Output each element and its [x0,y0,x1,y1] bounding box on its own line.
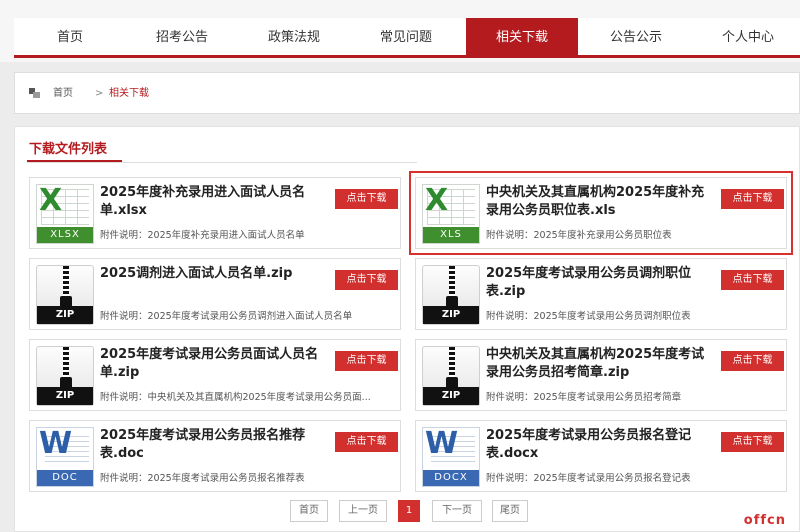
file-description: 附件说明：2025年度考试录用公务员调剂职位表 [486,311,691,322]
pagination: 首页 上一页 1 下一页 尾页 [0,500,800,522]
title-divider [27,162,417,163]
page-last-button[interactable]: 尾页 [492,500,528,522]
file-name-link[interactable]: 2025年度考试录用公务员报名推荐表.doc [100,427,328,465]
tab-personal-center[interactable]: 个人中心 [692,18,800,58]
file-type-label: DOCX [423,470,479,486]
tab-downloads[interactable]: 相关下载 [466,18,578,58]
download-button[interactable]: 点击下载 [721,270,784,290]
file-card: X XLS 中央机关及其直属机构2025年度补充录用公务员职位表.xls 附件说明：2… [409,171,793,255]
file-name-link[interactable]: 中央机关及其直属机构2025年度考试录用公务员招考简章.zip [486,346,714,384]
file-description: 附件说明：2025年度考试录用公务员招考简章 [486,392,682,403]
page-first-button[interactable]: 首页 [290,500,328,522]
file-name-link[interactable]: 2025调剂进入面试人员名单.zip [100,265,328,303]
file-type-label: ZIP [37,387,93,405]
home-icon [29,88,40,98]
zip-icon: ZIP [36,346,94,406]
top-navigation: 首页 招考公告 政策法规 常见问题 相关下载 公告公示 个人中心 [0,0,800,62]
file-card: X XLSX 2025年度补充录用进入面试人员名单.xlsx 附件说明：2025年度补… [29,177,401,249]
file-name-link[interactable]: 2025年度补充录用进入面试人员名单.xlsx [100,184,328,222]
file-card: ZIP 2025年度考试录用公务员调剂职位表.zip 附件说明：2025年度考试录用… [415,258,787,330]
tab-policies[interactable]: 政策法规 [238,18,350,58]
file-type-label: DOC [37,470,93,486]
zip-icon: ZIP [422,265,480,325]
download-button[interactable]: 点击下载 [335,432,398,452]
file-description: 附件说明：2025年度补充录用公务员职位表 [486,230,672,241]
file-type-label: ZIP [423,387,479,405]
breadcrumb: 首页 > 相关下载 [14,72,800,114]
tab-home[interactable]: 首页 [14,18,126,58]
excel-icon: X XLS [422,183,480,244]
file-name-link[interactable]: 中央机关及其直属机构2025年度补充录用公务员职位表.xls [486,184,714,222]
word-icon: W DOCX [422,426,480,487]
page-current[interactable]: 1 [398,500,420,522]
file-description: 附件说明：2025年度补充录用进入面试人员名单 [100,230,305,241]
file-card: W DOCX 2025年度考试录用公务员报名登记表.docx 附件说明：2025年度考… [415,420,787,492]
file-type-label: XLS [423,227,479,243]
file-name-link[interactable]: 2025年度考试录用公务员调剂职位表.zip [486,265,714,303]
offcn-watermark: offcn [743,513,786,528]
download-button[interactable]: 点击下载 [721,351,784,371]
tab-faq[interactable]: 常见问题 [350,18,462,58]
download-list-panel: 下载文件列表 X XLSX 2025年度补充录用进入面试人员名单.xlsx 附件说明：… [14,126,800,532]
title-underline [27,160,122,162]
zip-icon: ZIP [422,346,480,406]
file-name-link[interactable]: 2025年度考试录用公务员面试人员名单.zip [100,346,328,384]
tab-notices[interactable]: 公告公示 [580,18,692,58]
file-name-link[interactable]: 2025年度考试录用公务员报名登记表.docx [486,427,714,465]
download-button[interactable]: 点击下载 [721,189,784,209]
file-description: 附件说明：2025年度考试录用公务员报名登记表 [486,473,691,484]
file-description: 附件说明：中央机关及其直属机构2025年度考试录用公务员面... [100,392,371,403]
download-button[interactable]: 点击下载 [721,432,784,452]
download-button[interactable]: 点击下载 [335,270,398,290]
nav-bar: 首页 招考公告 政策法规 常见问题 相关下载 公告公示 个人中心 [14,18,800,58]
zip-icon: ZIP [36,265,94,325]
section-title: 下载文件列表 [29,142,108,157]
file-description: 附件说明：2025年度考试录用公务员调剂进入面试人员名单 [100,311,353,322]
file-card: W DOC 2025年度考试录用公务员报名推荐表.doc 附件说明：2025年度考试录… [29,420,401,492]
file-card: ZIP 中央机关及其直属机构2025年度考试录用公务员招考简章.zip 附件说明：2… [415,339,787,411]
excel-icon: X XLSX [36,183,94,244]
file-description: 附件说明：2025年度考试录用公务员报名推荐表 [100,473,305,484]
file-type-label: XLSX [37,227,93,243]
file-card: ZIP 2025调剂进入面试人员名单.zip 附件说明：2025年度考试录用公务员调… [29,258,401,330]
download-button[interactable]: 点击下载 [335,351,398,371]
file-type-label: ZIP [423,306,479,324]
tab-announcements[interactable]: 招考公告 [126,18,238,58]
file-card: ZIP 2025年度考试录用公务员面试人员名单.zip 附件说明：中央机关及其直属机… [29,339,401,411]
breadcrumb-separator: > [95,88,104,99]
page-prev-button[interactable]: 上一页 [339,500,387,522]
breadcrumb-current: 相关下载 [109,88,149,99]
file-type-label: ZIP [37,306,93,324]
download-button[interactable]: 点击下载 [335,189,398,209]
word-icon: W DOC [36,426,94,487]
page-next-button[interactable]: 下一页 [432,500,482,522]
breadcrumb-home-link[interactable]: 首页 [53,87,73,101]
